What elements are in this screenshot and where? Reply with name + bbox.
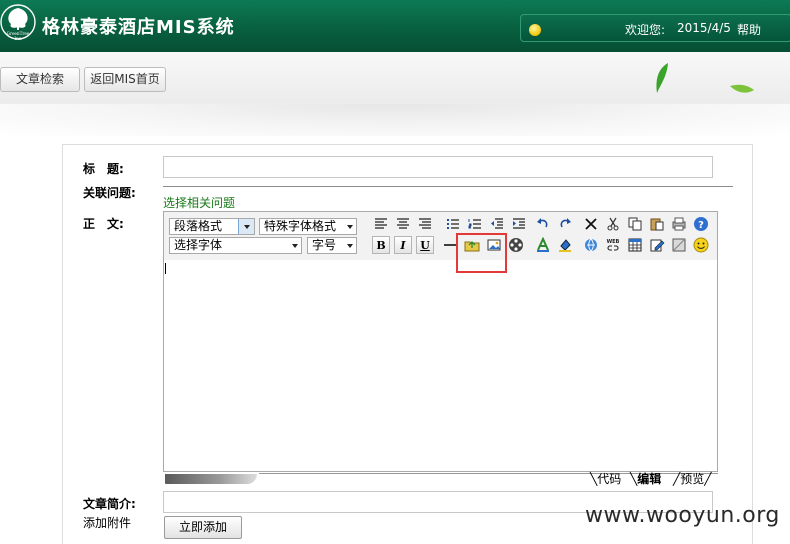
select-related-question-link[interactable]: 选择相关问题 [163,194,235,211]
special-font-format-select[interactable]: 特殊字体格式 [259,218,357,235]
back-home-button[interactable]: 返回MIS首页 [84,67,166,92]
insert-link-icon[interactable] [582,236,600,254]
decorative-curve [0,104,790,136]
watermark: www.wooyun.org [585,503,780,528]
title-label: 标 题: [83,162,124,176]
svg-text:Inn: Inn [14,36,21,41]
help-link[interactable]: 帮助 [737,21,761,38]
italic-button[interactable]: I [394,236,412,254]
related-question-label: 关联问题: [83,186,136,200]
current-date: 2015/4/5 [677,21,731,35]
mode-tab-edit[interactable]: ╲编辑 [630,472,661,487]
print-icon[interactable] [670,215,688,233]
numbered-list-icon[interactable] [466,215,484,233]
font-family-select[interactable]: 选择字体 [169,237,302,254]
edit-note-icon[interactable] [648,236,666,254]
title-input[interactable] [163,156,713,178]
welcome-text: 欢迎您: [625,23,666,37]
undo-icon[interactable] [534,215,552,233]
insert-media-icon[interactable] [507,236,525,254]
background-color-icon[interactable] [556,236,574,254]
underline-button[interactable]: U [416,236,434,254]
clear-format-icon[interactable] [670,236,688,254]
redo-icon[interactable] [556,215,574,233]
align-left-icon[interactable] [372,215,390,233]
editor-toolbar: 段落格式 特殊字体格式 选择字体 字号 ? B I U WEB [164,212,717,273]
mode-tab-preview[interactable]: ╱预览╱ [673,472,711,487]
app-header: GreenTree Inn 格林豪泰酒店MIS系统 欢迎您: 2015/4/5 … [0,0,790,52]
font-size-select[interactable]: 字号 [307,237,357,254]
article-search-button[interactable]: 文章检索 [0,67,80,92]
indent-icon[interactable] [510,215,528,233]
web-link-icon[interactable]: WEB [604,236,622,254]
body-label: 正 文: [83,217,124,231]
font-color-icon[interactable] [534,236,552,254]
delete-icon[interactable] [582,215,600,233]
greentree-logo-icon: GreenTree Inn [0,4,36,41]
align-right-icon[interactable] [416,215,434,233]
smiley-icon [529,24,541,36]
editor-content-area[interactable] [164,260,717,471]
outdent-icon[interactable] [488,215,506,233]
summary-label: 文章简介: [83,497,136,511]
app-title: 格林豪泰酒店MIS系统 [42,17,235,38]
copy-icon[interactable] [626,215,644,233]
cut-icon[interactable] [604,215,622,233]
rich-text-editor: 段落格式 特殊字体格式 选择字体 字号 ? B I U WEB [163,211,718,472]
mode-tab-code[interactable]: ╲代码 [590,472,621,487]
leaf-icon [656,63,668,93]
paste-icon[interactable] [648,215,666,233]
user-info-bar: 欢迎您: 2015/4/5 帮助 [520,14,790,42]
paragraph-format-select[interactable]: 段落格式 [169,218,255,235]
help-icon[interactable]: ? [692,215,710,233]
divider [163,186,733,187]
bold-button[interactable]: B [372,236,390,254]
text-caret [165,263,166,274]
leaf-icon [730,84,754,93]
attachment-label: 添加附件 [83,516,132,530]
svg-text:WEB: WEB [607,239,620,245]
insert-table-icon[interactable] [626,236,644,254]
submit-button[interactable]: 立即添加 [164,516,242,539]
bullet-list-icon[interactable] [444,215,462,233]
emoticon-icon[interactable] [692,236,710,254]
resize-handle[interactable] [165,474,257,484]
align-center-icon[interactable] [394,215,412,233]
svg-text:?: ? [698,220,704,231]
